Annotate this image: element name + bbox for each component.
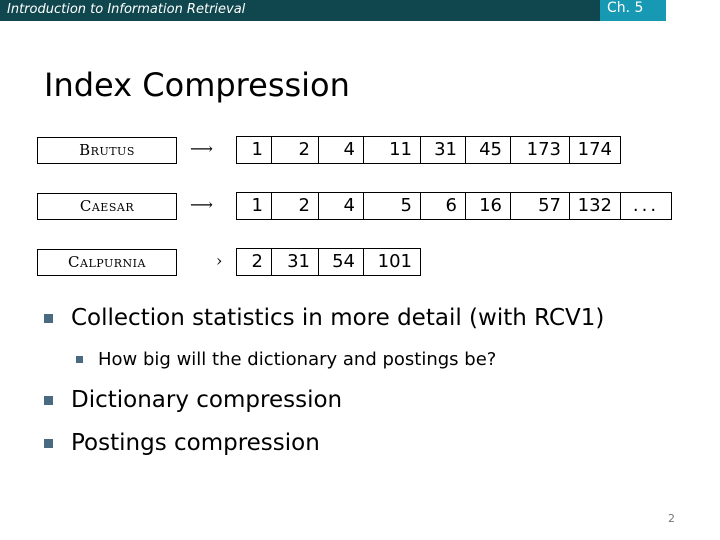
postings-list: 1 2 4 5 6 16 57 132... xyxy=(236,192,672,220)
pointer-arrow-icon: › xyxy=(216,251,223,270)
posting-docid: 2 xyxy=(271,192,319,220)
posting-docid: 31 xyxy=(420,136,466,164)
posting-docid: 11 xyxy=(363,136,421,164)
bullet-text: Postings compression xyxy=(71,430,320,456)
bullet-square-icon xyxy=(44,314,53,323)
posting-docid: 57 xyxy=(510,192,570,220)
posting-docid: 174 xyxy=(569,136,621,164)
pointer-arrow-icon: ⟶ xyxy=(190,139,213,158)
bullet-text: Dictionary compression xyxy=(71,387,343,413)
posting-docid: 16 xyxy=(465,192,511,220)
posting-docid: 54 xyxy=(318,248,364,276)
postings-list: 2 31 54 101 xyxy=(236,248,421,276)
posting-docid: 6 xyxy=(420,192,466,220)
dictionary-term: Brutus xyxy=(37,137,177,164)
bullet-square-icon xyxy=(44,439,53,448)
bullet-text: How big will the dictionary and postings… xyxy=(98,349,497,370)
posting-docid: 31 xyxy=(271,248,319,276)
posting-docid: 4 xyxy=(318,192,364,220)
posting-docid: 1 xyxy=(236,136,272,164)
course-title: Introduction to Information Retrieval xyxy=(7,2,246,17)
posting-docid: 173 xyxy=(510,136,570,164)
header-bar: Introduction to Information Retrieval xyxy=(0,0,600,21)
chapter-badge: Ch. 5 xyxy=(600,0,666,21)
posting-docid: 1 xyxy=(236,192,272,220)
chapter-label: Ch. 5 xyxy=(607,0,644,16)
slide-title: Index Compression xyxy=(44,66,350,104)
bullet-text: Collection statistics in more detail (wi… xyxy=(71,305,605,331)
posting-docid: ... xyxy=(620,192,672,220)
posting-docid: 5 xyxy=(363,192,421,220)
pointer-arrow-icon: ⟶ xyxy=(190,195,213,214)
posting-docid: 2 xyxy=(271,136,319,164)
posting-docid: 45 xyxy=(465,136,511,164)
posting-docid: 132 xyxy=(569,192,621,220)
posting-docid: 2 xyxy=(236,248,272,276)
page-number: 2 xyxy=(668,512,675,525)
posting-docid: 101 xyxy=(363,248,421,276)
bullet-square-icon xyxy=(76,356,83,363)
postings-list: 1 2 4 11 31 45 173 174 xyxy=(236,136,621,164)
dictionary-term: Caesar xyxy=(37,193,177,220)
posting-docid: 4 xyxy=(318,136,364,164)
bullet-square-icon xyxy=(44,396,53,405)
dictionary-term: Calpurnia xyxy=(37,249,177,276)
